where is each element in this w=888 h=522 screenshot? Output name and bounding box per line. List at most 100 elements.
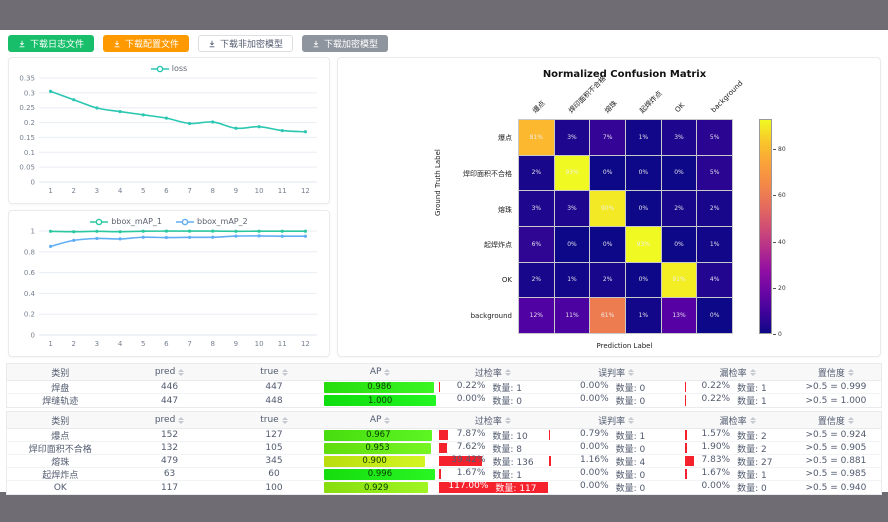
misjudge-cell-text: 0.00%数量: 0 [548, 468, 684, 480]
svg-text:0.4: 0.4 [24, 290, 36, 298]
svg-text:8: 8 [211, 187, 215, 195]
sort-icon [178, 417, 184, 424]
missed-detection-cell: 0.22%数量: 1 [684, 381, 791, 393]
missed-detection-cell: 1.57%数量: 2 [684, 429, 791, 441]
col-header-true[interactable]: true [225, 364, 322, 380]
confidence-cell: >0.5 = 0.905 [791, 442, 881, 454]
download-encrypted-model-button[interactable]: 下载加密模型 [302, 35, 388, 52]
colorbar-tick-label: 0 [778, 331, 782, 338]
col-header-pred[interactable]: pred [114, 364, 226, 380]
col-header-over[interactable]: 过检率 [438, 412, 548, 428]
ap-cell: 0.967 [322, 429, 437, 441]
matrix-cell: 5% [697, 156, 732, 191]
matrix-cell: 0% [555, 227, 590, 262]
content-area: 下载日志文件 下载配置文件 下载非加密模型 下载加密模型 loss 00.050… [0, 30, 888, 492]
legend-item-bbox_mAP_1[interactable]: bbox_mAP_1 [90, 217, 162, 226]
download-unencrypted-model-button[interactable]: 下载非加密模型 [198, 35, 293, 52]
rate-count: 数量: 1 [616, 429, 658, 441]
download-unencrypted-model-label: 下载非加密模型 [220, 37, 283, 50]
matrix-cell: 81% [519, 120, 554, 155]
col-header-true[interactable]: true [225, 412, 322, 428]
row-label: 爆点 [7, 429, 114, 441]
rate-count: 数量: 0 [616, 468, 658, 480]
pred-value: 447 [114, 394, 226, 407]
col-header-mis[interactable]: 误判率 [548, 364, 684, 380]
col-header-over[interactable]: 过检率 [438, 364, 548, 380]
matrix-cell: 11% [555, 298, 590, 333]
missed-detection-cell-text: 0.00%数量: 0 [684, 481, 791, 494]
col-header-pred[interactable]: pred [114, 412, 226, 428]
download-log-label: 下载日志文件 [30, 37, 84, 50]
svg-text:0.2: 0.2 [24, 119, 35, 127]
ap-bar: 0.967 [324, 430, 432, 441]
misjudge-cell-text: 0.00%数量: 0 [548, 394, 684, 407]
missed-detection-cell: 0.00%数量: 0 [684, 481, 791, 494]
matrix-column-label: 起焊炸点 [638, 89, 666, 117]
colorbar-tick-label: 80 [778, 146, 786, 153]
svg-text:1: 1 [48, 340, 52, 348]
pred-value: 479 [114, 455, 226, 467]
rate-count: 数量: 1 [492, 468, 534, 480]
legend-item-loss[interactable]: loss [151, 64, 187, 73]
rate-percent: 7.87% [451, 429, 485, 441]
matrix-cell-value: 0% [639, 205, 649, 212]
col-header-conf[interactable]: 置信度 [791, 412, 881, 428]
svg-text:1: 1 [48, 187, 52, 195]
rate-count: 数量: 0 [616, 481, 658, 494]
misjudge-cell: 0.00%数量: 0 [548, 468, 684, 480]
svg-text:11: 11 [278, 187, 287, 195]
svg-text:11: 11 [278, 340, 287, 348]
col-header-ap[interactable]: AP [322, 364, 437, 380]
loss-chart-legend: loss [9, 58, 329, 74]
map-chart-card: bbox_mAP_1 bbox_mAP_2 00.20.40.60.811234… [8, 210, 330, 357]
col-header-label: 过检率 [475, 414, 502, 427]
table-row: 起焊炸点63600.9961.67%数量: 10.00%数量: 01.67%数量… [7, 468, 881, 481]
sort-icon [505, 417, 511, 424]
confidence-cell: >0.5 = 0.881 [791, 455, 881, 467]
rate-count: 数量: 0 [616, 381, 658, 393]
matrix-cell: 13% [662, 298, 697, 333]
matrix-cell: 4% [697, 263, 732, 298]
matrix-column-label: background [710, 79, 748, 117]
legend-label: bbox_mAP_2 [197, 217, 248, 226]
colorbar [759, 119, 772, 334]
matrix-cell: 93% [555, 156, 590, 191]
col-header-ap[interactable]: AP [322, 412, 437, 428]
matrix-cell-value: 93% [565, 169, 578, 176]
sort-icon [628, 369, 634, 376]
confidence-cell: >0.5 = 0.924 [791, 429, 881, 441]
rate-percent: 1.16% [575, 455, 609, 467]
sort-icon [178, 369, 184, 376]
col-header-label: 误判率 [598, 414, 625, 427]
missed-detection-cell-text: 1.67%数量: 1 [684, 468, 791, 480]
pred-value: 446 [114, 381, 226, 393]
rate-percent: 0.00% [575, 381, 609, 393]
download-config-button[interactable]: 下载配置文件 [103, 35, 189, 52]
matrix-column-label: 熔珠 [602, 99, 620, 117]
sort-icon [750, 417, 756, 424]
matrix-cell: 3% [662, 120, 697, 155]
misjudge-cell: 1.16%数量: 4 [548, 455, 684, 467]
over-detection-cell: 117.00%数量: 117 [438, 481, 548, 494]
matrix-cell-value: 6% [532, 241, 542, 248]
col-header-mis[interactable]: 误判率 [548, 412, 684, 428]
loss-chart: 00.050.10.150.20.250.30.3512345678910111… [9, 74, 329, 204]
over-detection-cell: 39.42%数量: 136 [438, 455, 548, 467]
svg-text:0.15: 0.15 [19, 134, 35, 142]
rate-percent: 0.00% [575, 394, 609, 407]
col-header-miss[interactable]: 漏检率 [684, 412, 791, 428]
col-header-label: 类别 [51, 414, 69, 427]
colorbar-tick [773, 242, 776, 243]
rate-percent: 1.67% [696, 468, 730, 480]
misjudge-cell-text: 0.00% 数量: 0 [548, 381, 684, 393]
svg-text:7: 7 [187, 340, 191, 348]
col-header-conf[interactable]: 置信度 [791, 364, 881, 380]
legend-item-bbox_mAP_2[interactable]: bbox_mAP_2 [176, 217, 248, 226]
sort-icon [384, 369, 390, 376]
matrix-row-label: 爆点 [424, 133, 512, 143]
svg-text:1: 1 [31, 228, 35, 236]
rate-count: 数量: 1 [492, 381, 534, 393]
col-header-miss[interactable]: 漏检率 [684, 364, 791, 380]
misjudge-cell: 0.79%数量: 1 [548, 429, 684, 441]
download-log-button[interactable]: 下载日志文件 [8, 35, 94, 52]
